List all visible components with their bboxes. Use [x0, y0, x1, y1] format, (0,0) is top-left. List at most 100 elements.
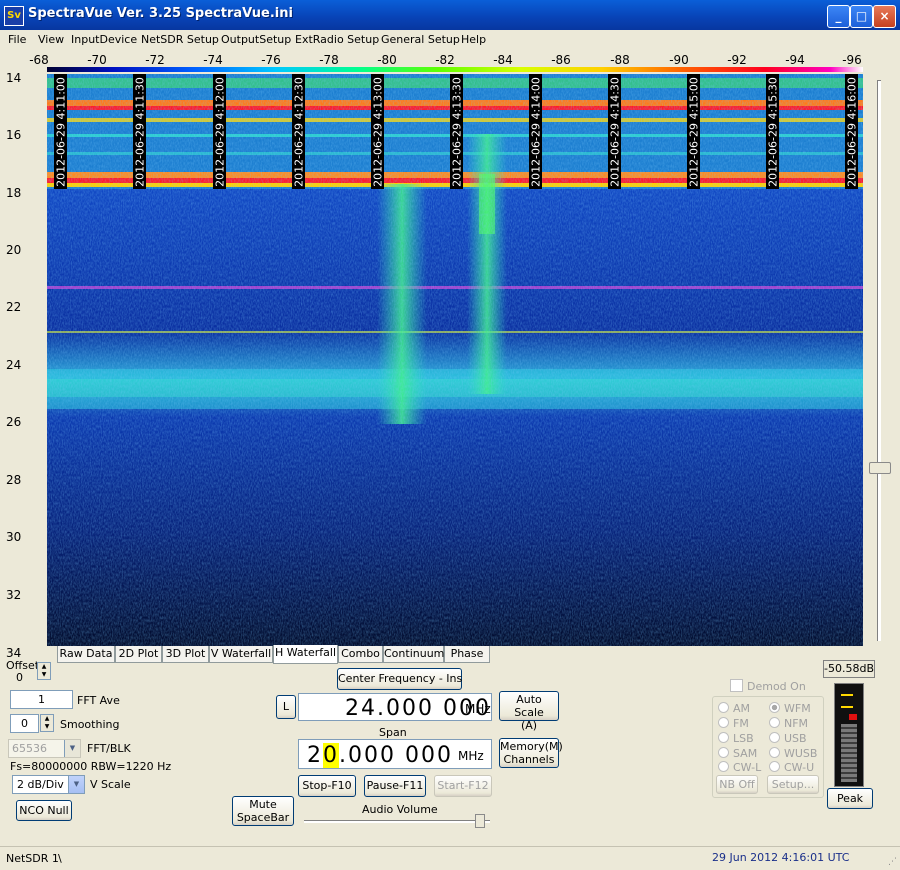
memory-channels-button[interactable]: Memory(M) Channels — [499, 738, 563, 768]
axis-tick-label: -82 — [435, 53, 455, 67]
axis-tick-label: 16 — [6, 128, 22, 142]
axis-tick-label: 34 — [6, 646, 22, 660]
vertical-slider-track[interactable] — [877, 80, 881, 641]
close-button[interactable]: × — [873, 5, 896, 28]
smoothing-label: Smoothing — [60, 718, 120, 731]
center-frequency-button[interactable]: Center Frequency - Ins — [337, 668, 462, 690]
menu-bar: File View InputDevice NetSDR Setup Outpu… — [0, 30, 900, 49]
peak-marker — [849, 714, 857, 720]
menu-view[interactable]: View — [38, 33, 64, 46]
menu-outputsetup[interactable]: OutputSetup — [221, 33, 291, 46]
center-frequency-display[interactable]: 24.000 000 MHz — [298, 693, 492, 721]
mute-button[interactable]: Mute SpaceBar — [232, 796, 294, 826]
signal-level-readout: -50.58dB — [823, 660, 875, 678]
title-bar: Sv SpectraVue Ver. 3.25 SpectraVue.ini _… — [0, 0, 900, 30]
radio-cw-u[interactable]: CW-U — [769, 761, 814, 774]
fft-blk-label: FFT/BLK — [87, 742, 131, 755]
l-button[interactable]: L — [276, 695, 296, 719]
audio-volume-label: Audio Volume — [362, 803, 438, 816]
maximize-button[interactable]: □ — [850, 5, 873, 28]
axis-tick-label: 30 — [6, 530, 22, 544]
timestamp-label: 2012-06-29 4:13:30 — [450, 74, 463, 189]
minimize-button[interactable]: _ — [827, 5, 850, 28]
fs-rbw-info: Fs=80000000 RBW=1220 Hz — [10, 760, 172, 773]
radio-fm[interactable]: FM — [718, 717, 749, 730]
window-title: SpectraVue Ver. 3.25 SpectraVue.ini — [28, 6, 293, 21]
resize-grip-icon[interactable]: ⋰ — [888, 857, 897, 867]
status-device: NetSDR 1 — [6, 852, 59, 865]
demod-on-label: Demod On — [747, 680, 806, 693]
nb-off-button[interactable]: NB Off — [716, 775, 758, 794]
axis-tick-label: 24 — [6, 358, 22, 372]
span-display[interactable]: 20.000 000 MHz — [298, 739, 492, 769]
vertical-slider-thumb[interactable] — [869, 462, 891, 474]
timestamp-label: 2012-06-29 4:15:00 — [687, 74, 700, 189]
span-label: Span — [379, 726, 407, 739]
axis-tick-label: 14 — [6, 71, 22, 85]
radio-nfm[interactable]: NFM — [769, 717, 808, 730]
audio-volume-slider[interactable] — [304, 820, 490, 823]
axis-tick-label: 26 — [6, 415, 22, 429]
fft-blk-select[interactable]: 65536 ▼ — [8, 739, 81, 758]
menu-help[interactable]: Help — [461, 33, 486, 46]
start-button[interactable]: Start-F12 — [434, 775, 492, 797]
axis-tick-label: -88 — [610, 53, 630, 67]
axis-tick-label: -70 — [87, 53, 107, 67]
menu-inputdevice[interactable]: InputDevice — [71, 33, 137, 46]
radio-am[interactable]: AM — [718, 702, 750, 715]
timestamp-label: 2012-06-29 4:12:30 — [292, 74, 305, 189]
axis-tick-label: -72 — [145, 53, 165, 67]
tab-h-waterfall[interactable]: H Waterfall — [273, 645, 338, 664]
tab-combo[interactable]: Combo — [338, 646, 383, 663]
axis-tick-label: -90 — [669, 53, 689, 67]
auto-scale-button[interactable]: Auto Scale (A) — [499, 691, 559, 732]
smoothing-spinner[interactable]: ▲ ▼ — [40, 714, 54, 732]
nco-null-button[interactable]: NCO Null — [16, 800, 72, 821]
menu-file[interactable]: File — [8, 33, 26, 46]
timestamp-label: 2012-06-29 4:12:00 — [213, 74, 226, 189]
menu-general-setup[interactable]: General Setup — [381, 33, 460, 46]
demod-on-checkbox[interactable] — [730, 679, 743, 692]
demod-mode-group: AM FM LSB SAM CW-L WFM NFM USB WUSB CW-U… — [712, 696, 824, 798]
axis-tick-label: 22 — [6, 300, 22, 314]
radio-sam[interactable]: SAM — [718, 747, 757, 760]
tab-phase[interactable]: Phase — [444, 646, 490, 663]
radio-wusb[interactable]: WUSB — [769, 747, 817, 760]
stop-button[interactable]: Stop-F10 — [298, 775, 356, 797]
axis-tick-label: -78 — [319, 53, 339, 67]
axis-tick-label: -68 — [29, 53, 49, 67]
fft-ave-label: FFT Ave — [77, 694, 120, 707]
color-scale-bar — [47, 67, 863, 72]
meter-mark — [841, 694, 853, 696]
axis-tick-label: -84 — [493, 53, 513, 67]
axis-tick-label: -74 — [203, 53, 223, 67]
peak-button[interactable]: Peak — [827, 788, 873, 809]
radio-cw-l[interactable]: CW-L — [718, 761, 761, 774]
center-frequency-unit: MHz — [465, 702, 491, 716]
app-icon[interactable]: Sv — [4, 6, 24, 26]
tab-3d-plot[interactable]: 3D Plot — [162, 646, 209, 663]
timestamp-label: 2012-06-29 4:14:00 — [529, 74, 542, 189]
smoothing-input[interactable]: 0 — [10, 714, 39, 733]
pause-button[interactable]: Pause-F11 — [364, 775, 426, 797]
radio-wfm[interactable]: WFM — [769, 702, 811, 715]
setup-button[interactable]: Setup... — [767, 775, 819, 794]
fft-ave-input[interactable]: 1 — [10, 690, 73, 709]
tab-v-waterfall[interactable]: V Waterfall — [209, 646, 273, 663]
waterfall-display[interactable]: 2012-06-29 4:11:00 2012-06-29 4:11:30 20… — [47, 74, 863, 646]
tab-continuum[interactable]: Continuum — [383, 646, 444, 663]
span-selected-digit: 0 — [323, 743, 339, 768]
vscale-select[interactable]: 2 dB/Div ▼ — [12, 775, 85, 794]
audio-volume-thumb[interactable] — [475, 814, 485, 828]
axis-tick-label: -76 — [261, 53, 281, 67]
offset-spinner[interactable]: ▲ ▼ — [37, 662, 51, 680]
radio-usb[interactable]: USB — [769, 732, 807, 745]
menu-extradio-setup[interactable]: ExtRadio Setup — [295, 33, 379, 46]
axis-tick-label: -80 — [377, 53, 397, 67]
menu-netsdr-setup[interactable]: NetSDR Setup — [141, 33, 219, 46]
tab-2d-plot[interactable]: 2D Plot — [115, 646, 162, 663]
timestamp-label: 2012-06-29 4:13:00 — [371, 74, 384, 189]
radio-lsb[interactable]: LSB — [718, 732, 754, 745]
tab-raw-data[interactable]: Raw Data — [57, 646, 115, 663]
timestamp-label: 2012-06-29 4:11:00 — [54, 74, 67, 189]
